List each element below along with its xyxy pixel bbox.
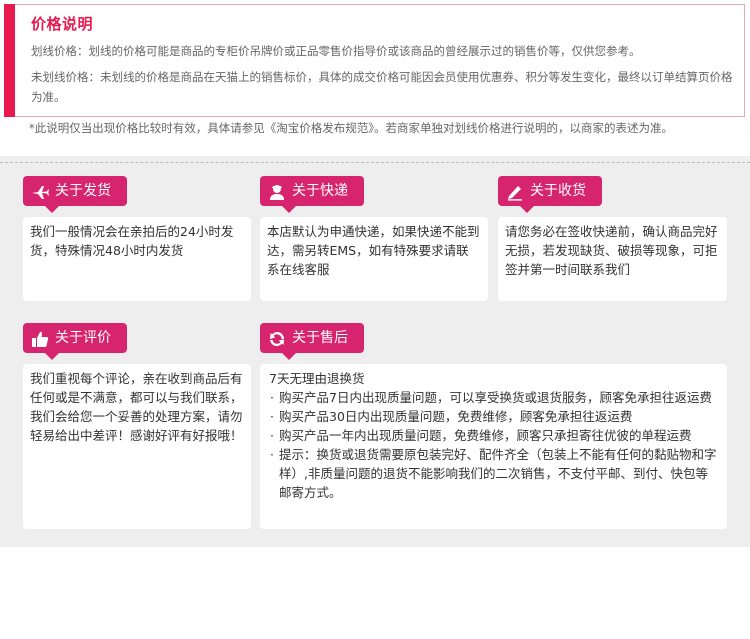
review-card: 我们重视每个评论，亲在收到商品后有任何或是不满意，都可以与我们联系，我们会给您一… bbox=[23, 364, 251, 529]
express-title-label: 关于快递 bbox=[292, 183, 348, 199]
aftersale-title-label: 关于售后 bbox=[292, 330, 348, 346]
receiving-title: 关于收货 bbox=[498, 176, 602, 213]
aftersale-card: 7天无理由退换货 购买产品7日内出现质量问题，可以享受换货或退货服务，顾客免承担… bbox=[260, 364, 727, 529]
airplane-icon bbox=[31, 182, 49, 200]
review-text: 我们重视每个评论，亲在收到商品后有任何或是不满意，都可以与我们联系，我们会给您一… bbox=[30, 371, 243, 443]
shipping-card: 我们一般情况会在亲拍后的24小时发货，特殊情况48小时内发货 bbox=[23, 217, 251, 301]
price-title: 价格说明 bbox=[31, 15, 94, 33]
shipping-title: 关于发货 bbox=[23, 176, 127, 213]
review-title-label: 关于评价 bbox=[55, 330, 111, 346]
receiving-title-label: 关于收货 bbox=[530, 183, 586, 199]
review-title: 关于评价 bbox=[23, 323, 127, 360]
receiving-text: 请您务必在签收快递前，确认商品完好无损，若发现缺货、破损等现象，可拒签并第一时间… bbox=[505, 224, 718, 277]
express-text: 本店默认为申通快递，如果快递不能到达，需另转EMS，如有特殊要求请联系在线客服 bbox=[267, 224, 480, 277]
aftersale-line: 7天无理由退换货 bbox=[269, 371, 365, 386]
non-strikethrough-price-text: 未划线价格：未划线的价格是商品在天猫上的销售标价，具体的成交价格可能因会员使用优… bbox=[31, 70, 733, 104]
aftersale-line: 提示：换货或退货需要原包装完好、配件齐全（包装上不能有任何的黏贴物和字样）,非质… bbox=[269, 445, 718, 502]
refresh-icon bbox=[268, 329, 286, 347]
dashed-divider bbox=[0, 162, 750, 163]
thumbs-up-icon bbox=[31, 329, 49, 347]
express-title: 关于快递 bbox=[260, 176, 364, 213]
strikethrough-price-text: 划线价格：划线的价格可能是商品的专柜价吊牌价或正品零售价指导价或该商品的曾经展示… bbox=[31, 44, 641, 58]
aftersale-line: 购买产品30日内出现质量问题，免费维修，顾客免承担往返运费 bbox=[269, 407, 718, 426]
price-note: *此说明仅当出现价格比较时有效，具体请参见《淘宝价格发布规范》。若商家单独对划线… bbox=[29, 121, 673, 135]
aftersale-list: 7天无理由退换货 购买产品7日内出现质量问题，可以享受换货或退货服务，顾客免承担… bbox=[269, 369, 718, 502]
price-explanation-box: 价格说明 划线价格：划线的价格可能是商品的专柜价吊牌价或正品零售价指导价或该商品… bbox=[4, 4, 745, 117]
shipping-title-label: 关于发货 bbox=[55, 183, 111, 199]
aftersale-line: 购买产品7日内出现质量问题，可以享受换货或退货服务，顾客免承担往返运费 bbox=[269, 388, 718, 407]
aftersale-line: 购买产品一年内出现质量问题，免费维修，顾客只承担寄往优彼的单程运费 bbox=[269, 426, 718, 445]
accent-bar bbox=[4, 4, 15, 117]
aftersale-title: 关于售后 bbox=[260, 323, 364, 360]
receiving-card: 请您务必在签收快递前，确认商品完好无损，若发现缺货、破损等现象，可拒签并第一时间… bbox=[498, 217, 727, 301]
courier-icon bbox=[268, 182, 286, 200]
shipping-text: 我们一般情况会在亲拍后的24小时发货，特殊情况48小时内发货 bbox=[30, 224, 234, 258]
pen-icon bbox=[506, 182, 524, 201]
express-card: 本店默认为申通快递，如果快递不能到达，需另转EMS，如有特殊要求请联系在线客服 bbox=[260, 217, 488, 301]
